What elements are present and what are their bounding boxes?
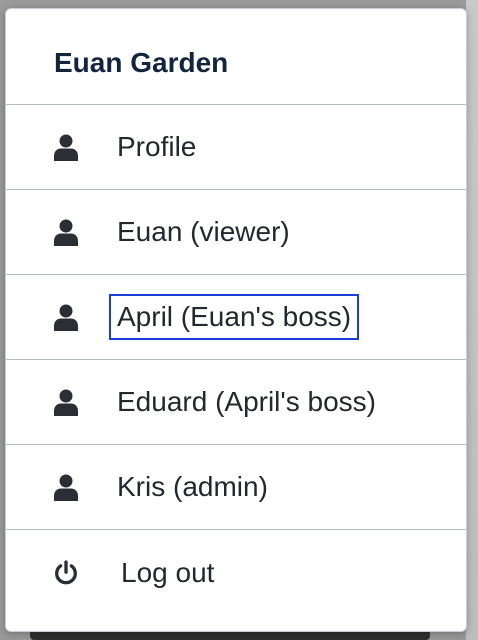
menu-item-label: Kris (admin) xyxy=(117,471,268,502)
menu-header: Euan Garden xyxy=(6,9,466,105)
menu-item-profile[interactable]: Profile xyxy=(6,105,466,190)
menu-item-label: Eduard (April's boss) xyxy=(117,386,376,417)
user-dropdown-menu: Euan Garden Profile Euan (viewer) April … xyxy=(5,8,467,632)
menu-item-label: Profile xyxy=(117,131,197,162)
menu-item-euan-viewer[interactable]: Euan (viewer) xyxy=(6,190,466,275)
user-icon xyxy=(53,472,79,502)
menu-item-label: Euan (viewer) xyxy=(117,216,290,247)
user-icon xyxy=(53,387,79,417)
menu-item-label: April (Euan's boss) xyxy=(108,294,360,340)
menu-item-kris-admin[interactable]: Kris (admin) xyxy=(6,445,466,530)
menu-item-eduard-boss[interactable]: Eduard (April's boss) xyxy=(6,360,466,445)
user-icon xyxy=(53,132,79,162)
menu-item-log-out[interactable]: Log out xyxy=(6,530,466,615)
menu-item-april-boss[interactable]: April (Euan's boss) xyxy=(6,275,466,360)
background-page-edge xyxy=(466,0,478,640)
menu-item-label: Log out xyxy=(121,556,215,588)
menu-title: Euan Garden xyxy=(54,46,229,78)
user-icon xyxy=(53,217,79,247)
user-icon xyxy=(53,302,79,332)
power-icon xyxy=(53,558,79,588)
